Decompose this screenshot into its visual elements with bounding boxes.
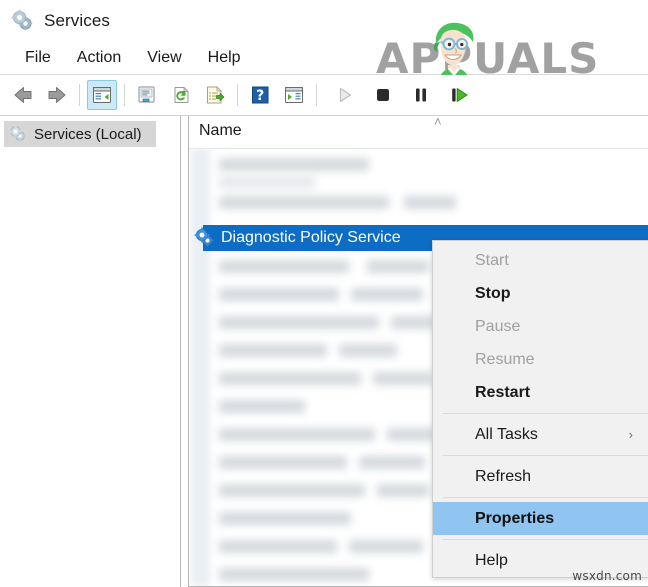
context-menu-item-pause: Pause [433, 310, 648, 343]
console-tree-pane: Services (Local) [0, 115, 181, 587]
stop-service-icon[interactable] [368, 80, 398, 110]
services-gear-icon [8, 124, 28, 144]
toolbar-separator [124, 84, 125, 106]
toolbar: ? [0, 75, 648, 116]
table-row[interactable] [219, 512, 351, 525]
table-row[interactable] [377, 484, 429, 497]
row-icon-gutter [189, 148, 211, 586]
table-row[interactable] [219, 456, 347, 469]
show-hide-console-tree-icon[interactable] [87, 80, 117, 110]
table-row[interactable] [391, 316, 435, 329]
context-menu-separator [443, 455, 648, 456]
table-row[interactable] [219, 158, 369, 171]
table-row[interactable] [351, 288, 423, 301]
context-menu-item-label: Stop [475, 284, 511, 302]
table-row[interactable] [219, 288, 339, 301]
table-row[interactable] [219, 344, 327, 357]
properties-icon[interactable] [132, 80, 162, 110]
table-row[interactable] [373, 372, 433, 385]
table-row[interactable] [367, 260, 429, 273]
pause-service-icon[interactable] [406, 80, 436, 110]
title-bar: Services [0, 0, 648, 42]
show-action-pane-icon[interactable] [279, 80, 309, 110]
table-row[interactable] [359, 456, 425, 469]
table-row[interactable] [219, 400, 305, 413]
restart-service-icon[interactable] [444, 80, 474, 110]
table-row[interactable] [219, 260, 349, 273]
context-menu-item-label: All Tasks [475, 425, 538, 443]
table-row[interactable] [219, 372, 361, 385]
service-gear-icon [193, 226, 217, 250]
menu-file[interactable]: File [12, 47, 64, 69]
context-menu-item-properties[interactable]: Properties [433, 502, 648, 535]
sidebar-item-label: Services (Local) [34, 125, 142, 143]
start-service-icon [330, 80, 360, 110]
services-window: Services File Action View Help ? APPUALS… [0, 0, 648, 587]
svg-text:?: ? [256, 88, 264, 104]
context-menu-item-refresh[interactable]: Refresh [433, 460, 648, 493]
window-title: Services [44, 11, 110, 30]
context-menu-item-label: Resume [475, 350, 535, 368]
context-menu-item-label: Pause [475, 317, 521, 335]
sidebar-item-services-local[interactable]: Services (Local) [4, 121, 156, 147]
column-header-name[interactable]: Name [199, 122, 242, 140]
context-menu-separator [443, 539, 648, 540]
context-menu-item-label: Restart [475, 383, 531, 401]
context-menu-item-label: Help [475, 551, 508, 569]
forward-icon[interactable] [42, 80, 72, 110]
footer-watermark: wsxdn.com [572, 569, 642, 583]
table-row[interactable] [219, 484, 365, 497]
menu-help[interactable]: Help [195, 47, 254, 69]
context-menu-item-all-tasks[interactable]: All Tasks › [433, 418, 648, 451]
list-column-header: Name ˄ [189, 116, 648, 149]
refresh-icon[interactable] [166, 80, 196, 110]
back-icon[interactable] [8, 80, 38, 110]
export-list-icon[interactable] [200, 80, 230, 110]
toolbar-separator [79, 84, 80, 106]
context-menu-item-restart[interactable]: Restart [433, 376, 648, 409]
context-menu: Start Stop Pause Resume Restart All Task… [432, 240, 648, 578]
help-icon[interactable]: ? [245, 80, 275, 110]
context-menu-item-label: Start [475, 251, 509, 269]
context-menu-item-start: Start [433, 244, 648, 277]
menu-bar: File Action View Help [0, 42, 648, 75]
context-menu-item-stop[interactable]: Stop [433, 277, 648, 310]
table-row[interactable] [339, 344, 397, 357]
context-menu-separator [443, 497, 648, 498]
context-menu-item-label: Refresh [475, 467, 532, 485]
table-row[interactable] [404, 196, 456, 209]
table-row[interactable] [219, 428, 375, 441]
selected-service-name: Diagnostic Policy Service [215, 226, 409, 250]
sort-ascending-icon: ˄ [434, 115, 442, 129]
menu-action[interactable]: Action [64, 47, 134, 69]
table-row[interactable] [219, 176, 315, 189]
table-row[interactable] [219, 568, 369, 581]
table-row[interactable] [349, 540, 423, 553]
context-menu-item-label: Properties [475, 509, 555, 527]
table-row[interactable] [219, 316, 379, 329]
table-row[interactable] [387, 428, 435, 441]
table-row[interactable] [219, 196, 389, 209]
table-row[interactable] [219, 540, 337, 553]
context-menu-separator [443, 413, 648, 414]
toolbar-separator [237, 84, 238, 106]
services-gear-icon [10, 8, 36, 34]
menu-view[interactable]: View [134, 47, 194, 69]
context-menu-item-resume: Resume [433, 343, 648, 376]
toolbar-separator [316, 84, 317, 106]
chevron-right-icon: › [628, 427, 633, 442]
